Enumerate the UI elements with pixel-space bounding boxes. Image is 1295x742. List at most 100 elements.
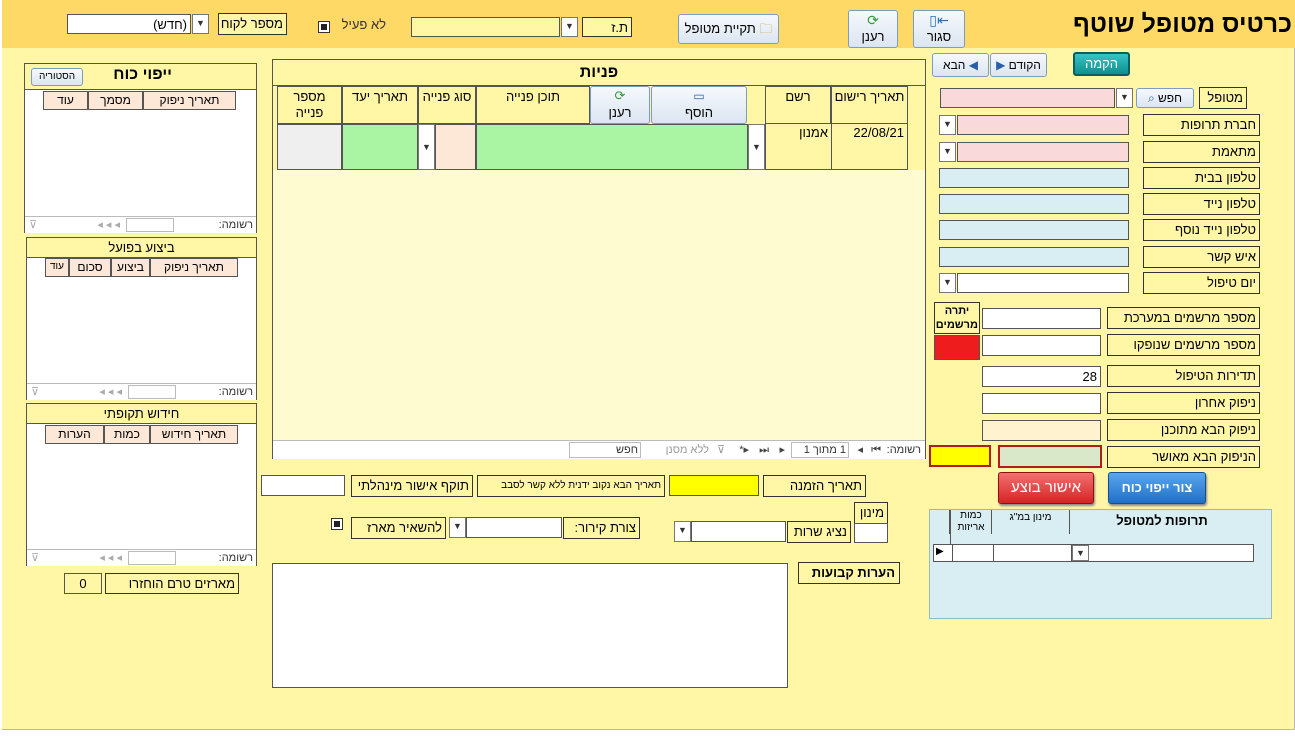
inquiry-due-date-cell[interactable]	[342, 124, 418, 170]
drug-company-input[interactable]	[957, 115, 1129, 135]
power-of-attorney-panel: ייפוי כוח הסטוריה תאריך ניפוק מסמך עוד ר…	[24, 63, 257, 233]
inquiry-recorder-cell[interactable]: אמנון	[765, 124, 831, 170]
permanent-notes-input[interactable]	[272, 563, 788, 688]
inquiry-type-chevron-icon[interactable]: ▼	[418, 124, 435, 170]
confirm-done-button[interactable]: אישור בוצע	[998, 472, 1094, 504]
prescriptions-in-system-label: מספר מרשמים במערכת	[1107, 307, 1260, 329]
inquiry-date-header: תאריך רישום	[831, 86, 908, 124]
service-rep-chevron-icon[interactable]: ▼	[674, 521, 691, 542]
previous-button[interactable]: הקודם ▶	[990, 53, 1047, 77]
patient-folder-button[interactable]: 🗀 תקיית מטופל	[678, 14, 779, 44]
inquiry-due-date-header: תאריך יעד	[342, 86, 418, 124]
history-button[interactable]: הסטוריה	[31, 68, 83, 86]
next-planned-supply-input[interactable]	[982, 420, 1101, 441]
inquiry-number-header: מספר פנייה	[277, 86, 342, 124]
prescriptions-supplied-input[interactable]	[982, 335, 1101, 356]
next-approved-supply-label: הניפוק הבא מאושר	[1107, 446, 1260, 468]
id-dropdown-chevron-icon[interactable]: ▼	[561, 17, 578, 37]
customer-number-label: מספר לקוח	[218, 13, 287, 35]
refresh-inquiries-button[interactable]: ⟳ רענן	[590, 86, 650, 124]
drug-dropdown-chevron-icon[interactable]: ▼	[1072, 545, 1089, 561]
patient-drugs-header: תרופות למטופל	[1069, 510, 1254, 534]
caret-right-icon: ▶	[996, 58, 1009, 72]
close-button[interactable]: ⇤▯ סגור	[913, 10, 965, 48]
patient-input[interactable]	[940, 88, 1115, 108]
unreturned-packages-value[interactable]: 0	[64, 573, 102, 594]
exec-done-header: ביצוע	[111, 258, 150, 277]
coordinator-label: מתאמת	[1143, 141, 1260, 163]
order-date-input[interactable]	[669, 475, 759, 496]
inquiry-date-cell[interactable]: 22/08/21	[831, 124, 908, 170]
last-supply-label: ניפוק אחרון	[1107, 392, 1260, 414]
renewal-quantity-header: כמות	[104, 425, 150, 444]
service-rep-input[interactable]	[691, 521, 786, 542]
inquiry-content-chevron-icon[interactable]: ▼	[748, 124, 765, 170]
prescriptions-in-system-input[interactable]	[982, 308, 1101, 329]
patient-dropdown-chevron-icon[interactable]: ▼	[1116, 88, 1133, 108]
next-planned-supply-label: ניפוק הבא מתוכנן	[1107, 419, 1260, 441]
power-of-attorney-title: ייפוי כוח	[113, 66, 172, 83]
record-nav-icon[interactable]: ◂ ◂ ◂	[97, 217, 120, 233]
filter-icon: ⊽	[31, 386, 40, 398]
extra-mobile-phone-input[interactable]	[939, 220, 1129, 240]
cooling-type-input[interactable]	[466, 517, 562, 538]
patient-drugs-table: תרופות למטופל מינון במ"ג כמות אריזות ▶ ▼	[929, 509, 1272, 619]
coordinator-input[interactable]	[957, 142, 1129, 162]
record-selector-icon: ▶	[936, 546, 944, 557]
inquiries-list-area[interactable]	[273, 170, 925, 440]
filter-icon: ⊽	[31, 552, 40, 564]
home-phone-input[interactable]	[939, 168, 1129, 188]
cooling-type-chevron-icon[interactable]: ▼	[449, 517, 466, 538]
next-approved-supply-input[interactable]	[998, 445, 1102, 468]
last-record-icon[interactable]: ⏭	[759, 441, 769, 459]
coordinator-chevron-icon[interactable]: ▼	[939, 142, 956, 162]
drug-company-chevron-icon[interactable]: ▼	[939, 115, 956, 135]
create-power-of-attorney-button[interactable]: צור ייפוי כוח	[1108, 472, 1206, 504]
add-inquiry-button[interactable]: ▭ הוסף	[651, 86, 747, 124]
inactive-checkbox[interactable]	[318, 21, 330, 33]
record-nav-icon[interactable]: ◂ ◂ ◂	[99, 384, 122, 400]
folder-icon: 🗀	[759, 21, 773, 36]
customer-number-input[interactable]: (חדש)	[67, 14, 191, 34]
refresh-button[interactable]: ⟳ רענן	[848, 10, 898, 48]
poa-document-header: מסמך	[88, 91, 143, 110]
contact-person-input[interactable]	[939, 247, 1129, 267]
record-nav-icon[interactable]: ◂ ◂ ◂	[99, 550, 122, 566]
treatment-day-chevron-icon[interactable]: ▼	[939, 273, 956, 293]
dosage-input[interactable]	[854, 523, 888, 543]
actual-execution-panel: ביצוע בפועל תאריך ניפוק ביצוע סכום עוד ר…	[26, 237, 257, 400]
first-record-icon[interactable]: ⏮	[871, 441, 881, 459]
patient-drugs-new-row[interactable]: ▶ ▼	[933, 544, 1254, 562]
leave-package-checkbox[interactable]	[331, 518, 343, 530]
search-button[interactable]: חפש ⌕	[1136, 88, 1194, 108]
treatment-day-label: יום טיפול	[1143, 272, 1260, 294]
refresh-icon: ⟳	[867, 12, 879, 28]
id-input[interactable]	[411, 17, 560, 37]
permanent-notes-label: הערות קבועות	[798, 562, 900, 584]
inquiry-content-cell[interactable]	[476, 124, 748, 170]
mgmt-approval-input[interactable]	[261, 475, 345, 496]
patient-label: מטופל	[1199, 87, 1247, 109]
drug-company-label: חברת תרופות	[1143, 114, 1260, 136]
next-button[interactable]: ◀ הבא	[932, 53, 989, 77]
renewal-navigation-bar: רשומה: ◂ ◂ ◂ ⊽	[27, 549, 256, 566]
treatment-day-input[interactable]	[957, 273, 1129, 293]
unreturned-packages-label: מארזים טרם הוחזרו	[105, 573, 239, 594]
customer-number-chevron-icon[interactable]: ▼	[192, 14, 209, 34]
new-record-icon[interactable]: ▸*	[739, 441, 749, 459]
inquiry-type-cell[interactable]	[435, 124, 476, 170]
inquiries-panel: פניות תאריך רישום רשם תוכן פנייה סוג פנייה ת…	[272, 59, 926, 459]
setup-button[interactable]: הקמה	[1073, 52, 1130, 76]
home-phone-label: טלפון בבית	[1143, 167, 1260, 189]
package-count-header: כמות אריזות	[950, 510, 991, 544]
poa-navigation-bar: רשומה: ◂ ◂ ◂ ⊽	[25, 216, 256, 233]
previous-record-icon[interactable]: ◂	[857, 441, 863, 459]
id-field[interactable]: ת.ז	[582, 17, 632, 37]
inquiry-number-cell[interactable]	[277, 124, 342, 170]
mobile-phone-input[interactable]	[939, 194, 1129, 214]
prescriptions-supplied-label: מספר מרשמים שנופקו	[1107, 334, 1260, 356]
prescription-balance-label: יתרה מרשמים	[934, 302, 980, 334]
next-record-icon[interactable]: ▸	[779, 441, 785, 459]
last-supply-input[interactable]	[982, 393, 1101, 414]
treatment-frequency-input[interactable]: 28	[982, 366, 1101, 387]
